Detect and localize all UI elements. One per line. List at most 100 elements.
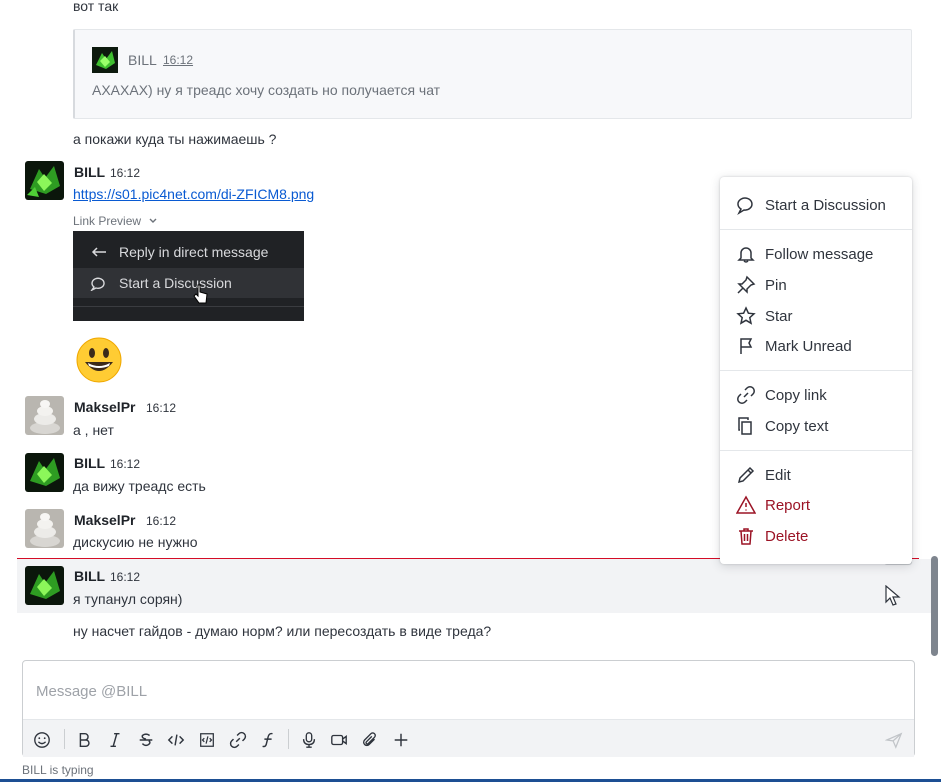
formula-button[interactable] [257, 729, 279, 751]
avatar [92, 47, 118, 73]
quote-time[interactable]: 16:12 [163, 53, 193, 67]
avatar[interactable] [25, 509, 64, 548]
username[interactable]: BILL [74, 164, 105, 180]
menu-item-pin[interactable]: Pin [720, 270, 912, 300]
avatar[interactable] [25, 453, 64, 492]
quoted-message[interactable]: BILL 16:12 АХАХАХ) ну я треадс хочу созд… [73, 29, 912, 119]
code-button[interactable] [165, 729, 187, 751]
hand-cursor-icon [193, 284, 208, 304]
message-text: да вижу треадс есть [73, 478, 206, 494]
composer-toolbar [23, 719, 914, 757]
discussion-icon [90, 277, 105, 291]
star-icon [736, 306, 756, 325]
menu-item-copy-text[interactable]: Copy text [720, 411, 912, 441]
menu-divider [720, 229, 912, 230]
copy-icon [738, 417, 752, 435]
menu-item-follow[interactable]: Follow message [720, 239, 912, 269]
attach-button[interactable] [359, 729, 381, 751]
mouse-cursor-icon [885, 585, 901, 606]
menu-item-label: Delete [765, 528, 809, 545]
link-icon [737, 386, 755, 404]
menu-item-label: Copy link [765, 387, 827, 404]
smiley-emoji-icon [76, 337, 122, 383]
send-button[interactable] [883, 729, 905, 751]
menu-divider [720, 370, 912, 371]
italic-icon [110, 732, 120, 748]
message-time: 16:12 [146, 401, 177, 415]
toolbar-separator [64, 729, 65, 749]
menu-divider [720, 450, 912, 451]
menu-item-report[interactable]: Report [720, 490, 912, 520]
username[interactable]: MakselPr [74, 399, 135, 415]
message-text: ну насчет гайдов - думаю норм? или перес… [73, 623, 492, 639]
menu-item-label: Edit [765, 467, 791, 484]
preview-discussion-label: Start a Discussion [119, 275, 232, 291]
flag-icon [740, 338, 753, 354]
typing-indicator: BILL is typing [22, 763, 94, 777]
link-preview-label: Link Preview [73, 214, 142, 228]
microphone-icon [302, 732, 316, 748]
message-text: дискусию не нужно [73, 534, 198, 550]
menu-item-edit[interactable]: Edit [720, 460, 912, 490]
message-composer[interactable]: Message @BILL [22, 660, 915, 757]
message-text: а , нет [73, 422, 114, 438]
more-actions-button[interactable] [390, 729, 412, 751]
menu-item-star[interactable]: Star [720, 301, 912, 331]
divider [73, 306, 304, 307]
trash-icon [739, 528, 753, 545]
plus-icon [394, 733, 408, 747]
formula-icon [262, 732, 273, 748]
link-preview-image[interactable]: Reply in direct message Start a Discussi… [73, 231, 304, 321]
message-link[interactable]: https://s01.pic4net.com/di-ZFICM8.png [73, 186, 314, 202]
menu-item-label: Copy text [765, 418, 829, 435]
send-icon [885, 732, 903, 749]
avatar[interactable] [25, 396, 64, 435]
code-icon [167, 734, 185, 746]
link-button[interactable] [227, 729, 249, 751]
menu-item-copy-link[interactable]: Copy link [720, 380, 912, 410]
strike-button[interactable] [135, 729, 157, 751]
video-message-button[interactable] [328, 729, 350, 751]
avatar[interactable] [25, 566, 64, 605]
message-time: 16:12 [110, 457, 141, 471]
menu-item-label: Pin [765, 277, 787, 294]
audio-message-button[interactable] [298, 729, 320, 751]
chat-room: вот так BILL 16:12 АХАХАХ) ну я треадс х… [0, 0, 941, 782]
message-text: вот так [73, 0, 119, 14]
preview-reply-row: Reply in direct message [73, 237, 304, 267]
message-text: я тупанул сорян) [73, 591, 183, 607]
discussion-icon [737, 197, 753, 215]
code-block-icon [200, 733, 214, 747]
menu-item-label: Star [765, 308, 793, 325]
username[interactable]: MakselPr [74, 512, 135, 528]
warning-icon [736, 495, 756, 514]
video-icon [331, 734, 347, 746]
message-time: 16:12 [110, 166, 141, 180]
menu-item-start-discussion[interactable]: Start a Discussion [720, 190, 912, 220]
link-preview-toggle[interactable]: Link Preview [73, 214, 158, 228]
emoji-button[interactable] [31, 729, 53, 751]
strike-icon [139, 733, 153, 747]
username[interactable]: BILL [74, 568, 105, 584]
bold-icon [79, 732, 90, 748]
reply-icon [91, 247, 106, 257]
menu-item-label: Start a Discussion [765, 197, 886, 214]
quote-author: BILL [128, 52, 157, 68]
menu-item-mark-unread[interactable]: Mark Unread [720, 331, 912, 361]
menu-item-delete[interactable]: Delete [720, 521, 912, 551]
italic-button[interactable] [104, 729, 126, 751]
message-input[interactable]: Message @BILL [36, 683, 147, 700]
scrollbar-thumb[interactable] [931, 556, 938, 656]
message-context-menu: Start a Discussion Follow message Pin St… [720, 177, 912, 564]
link-icon [229, 731, 247, 749]
preview-discussion-row: Start a Discussion [73, 268, 304, 304]
pin-icon [737, 275, 756, 294]
code-block-button[interactable] [196, 729, 218, 751]
toolbar-separator [288, 729, 289, 749]
bold-button[interactable] [73, 729, 95, 751]
emoji-icon [34, 732, 50, 748]
quote-text: АХАХАХ) ну я треадс хочу создать но полу… [92, 82, 441, 98]
username[interactable]: BILL [74, 455, 105, 471]
attachment-icon [363, 732, 376, 747]
avatar[interactable] [25, 161, 64, 200]
